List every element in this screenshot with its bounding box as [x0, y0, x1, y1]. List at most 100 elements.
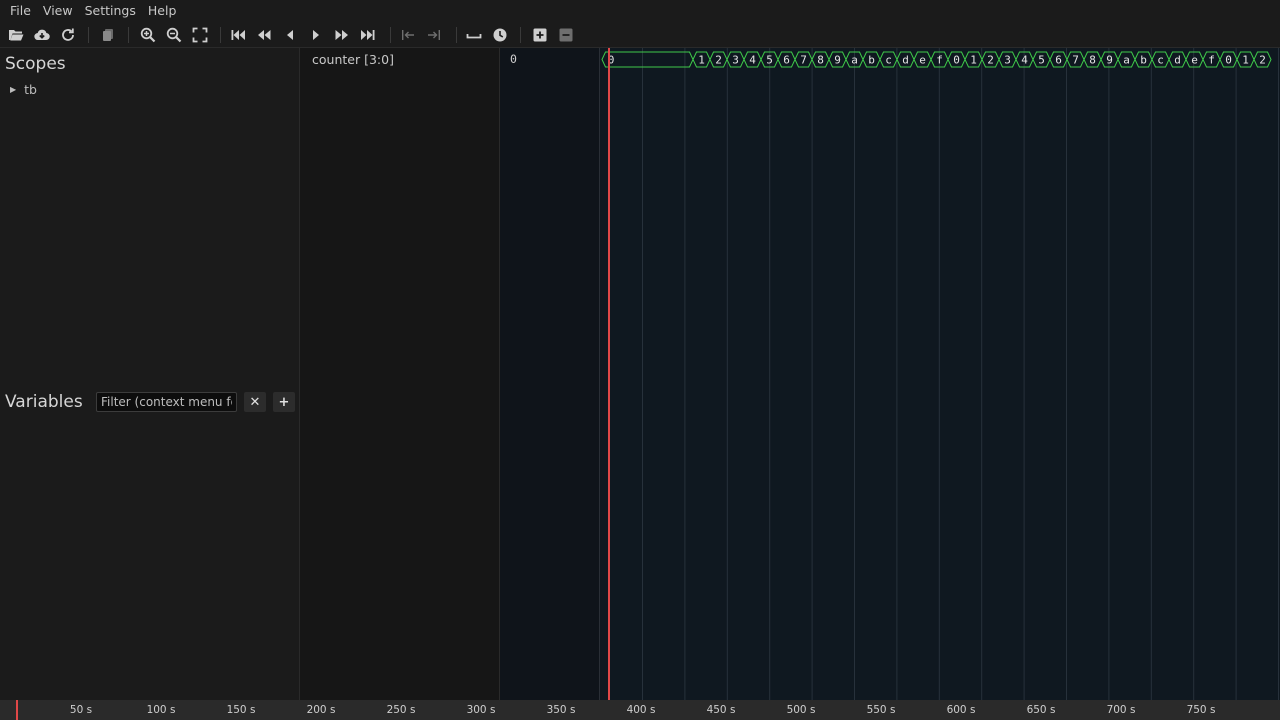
open-file-button[interactable]	[6, 25, 26, 45]
scroll-right-fast-button[interactable]	[332, 25, 352, 45]
waveform-value-label: d	[902, 54, 909, 67]
waveform-value-label: 6	[1055, 54, 1062, 67]
copy-icon	[103, 29, 113, 41]
timeline-axis[interactable]: 50 s 100 s 150 s 200 s 250 s 300 s 350 s 400 s 4…	[0, 700, 1280, 720]
timeline-tick-label: 500 s	[786, 704, 816, 716]
clear-filter-button[interactable]: ✕	[244, 392, 266, 412]
fullscreen-icon	[192, 27, 208, 43]
toolbar-separator	[88, 27, 89, 43]
expand-triangle-icon[interactable]: ▶	[10, 85, 16, 94]
menu-settings[interactable]: Settings	[79, 0, 142, 22]
scope-tree-item-tb[interactable]: ▶ tb	[10, 82, 37, 97]
waveform-value-label: 3	[732, 54, 739, 67]
timeline-tick-label: 450 s	[706, 704, 736, 716]
menu-help[interactable]: Help	[142, 0, 183, 22]
add-marker-button[interactable]	[530, 25, 550, 45]
waveform-value-label: b	[868, 54, 875, 67]
variable-filter-input[interactable]	[96, 392, 237, 412]
timeline-tick-label: 50 s	[69, 704, 93, 716]
timeline-tick-label: 600 s	[946, 704, 976, 716]
waveform-value-label: f	[1208, 54, 1215, 67]
next-transition-icon	[428, 30, 440, 40]
remove-marker-button[interactable]	[556, 25, 576, 45]
waveform-value-label: 9	[1106, 54, 1113, 67]
waveform-value-label: 7	[800, 54, 807, 67]
waveform-value-label: c	[885, 54, 892, 67]
waveform-value-label: c	[1157, 54, 1164, 67]
toolbar-separator	[220, 27, 221, 43]
signal-names-panel: counter [3:0]	[300, 48, 500, 700]
waveform-value-label: 7	[1072, 54, 1079, 67]
waveform-value-label: 1	[970, 54, 977, 67]
skip-end-icon	[361, 30, 375, 40]
go-to-start-button[interactable]	[228, 25, 248, 45]
fast-rewind-icon	[258, 30, 271, 40]
scroll-left-button[interactable]	[280, 25, 300, 45]
open-url-button[interactable]	[32, 25, 52, 45]
go-to-end-button[interactable]	[358, 25, 378, 45]
timeline-tick-label: 350 s	[546, 704, 576, 716]
waveform-value-label: e	[919, 54, 926, 67]
zoom-out-icon	[166, 27, 182, 43]
waveform-value-label: 0	[953, 54, 960, 67]
waveform-value-label: 8	[1089, 54, 1096, 67]
skip-start-icon	[231, 30, 245, 40]
waveform-value-label: 1	[698, 54, 705, 67]
toolbar-separator	[128, 27, 129, 43]
waveform-value-label: 5	[1038, 54, 1045, 67]
waveform-value-label: e	[1191, 54, 1198, 67]
time-button[interactable]	[490, 25, 510, 45]
waveform-segment	[601, 51, 694, 68]
timeline-tick-label: 250 s	[386, 704, 416, 716]
signal-name-counter[interactable]: counter [3:0]	[312, 52, 394, 67]
waveform-value-label: a	[851, 54, 858, 67]
timeline-cursor-marker[interactable]	[16, 700, 18, 720]
waveform-value-label: b	[1140, 54, 1147, 67]
menu-bar: File View Settings Help	[0, 0, 1280, 22]
menu-file[interactable]: File	[4, 0, 37, 22]
signal-value-counter: 0	[510, 52, 517, 66]
reload-button[interactable]	[58, 25, 78, 45]
zoom-in-icon	[140, 27, 156, 43]
waveform-value-label: 8	[817, 54, 824, 67]
zoom-fit-button[interactable]	[190, 25, 210, 45]
timeline-tick-label: 700 s	[1106, 704, 1136, 716]
variables-title: Variables	[5, 392, 83, 412]
toolbar-separator	[456, 27, 457, 43]
timeline-tick-label: 650 s	[1026, 704, 1056, 716]
waveform-value-label: 5	[766, 54, 773, 67]
waveform-value-label: f	[936, 54, 943, 67]
scroll-left-fast-button[interactable]	[254, 25, 274, 45]
timeline-tick-label: 750 s	[1186, 704, 1216, 716]
waveform-value-label: 4	[1021, 54, 1028, 67]
scroll-right-button[interactable]	[306, 25, 326, 45]
next-transition-button[interactable]	[424, 25, 444, 45]
waveform-value-label: a	[1123, 54, 1130, 67]
waveform-value-label: 2	[715, 54, 722, 67]
toolbar-separator	[520, 27, 521, 43]
waveform-value-label: 2	[1259, 54, 1266, 67]
scopes-title: Scopes	[5, 54, 66, 74]
timeline-tick-label: 550 s	[866, 704, 896, 716]
waveform-svg: 0123456789abcdef0123456789abcdef012	[601, 48, 1279, 700]
copy-button[interactable]	[98, 25, 118, 45]
waveform-value-label: d	[1174, 54, 1181, 67]
waveform-value-label: 1	[1242, 54, 1249, 67]
toolbar-separator	[390, 27, 391, 43]
waveform-value-label: 3	[1004, 54, 1011, 67]
add-variable-button[interactable]: +	[273, 392, 295, 412]
zoom-out-button[interactable]	[164, 25, 184, 45]
prev-transition-button[interactable]	[398, 25, 418, 45]
timeline-tick-label: 100 s	[146, 704, 176, 716]
menu-view[interactable]: View	[37, 0, 79, 22]
scope-label: tb	[24, 82, 37, 97]
waveform-value-label: 2	[987, 54, 994, 67]
space-icon	[466, 34, 482, 39]
timeline-tick-label: 300 s	[466, 704, 496, 716]
play-icon	[313, 30, 319, 40]
waveform-canvas[interactable]: 0123456789abcdef0123456789abcdef012	[600, 48, 1280, 700]
zoom-in-button[interactable]	[138, 25, 158, 45]
toggle-space-button[interactable]	[464, 25, 484, 45]
minus-box-icon	[559, 28, 573, 42]
waveform-value-label: 0	[1225, 54, 1232, 67]
